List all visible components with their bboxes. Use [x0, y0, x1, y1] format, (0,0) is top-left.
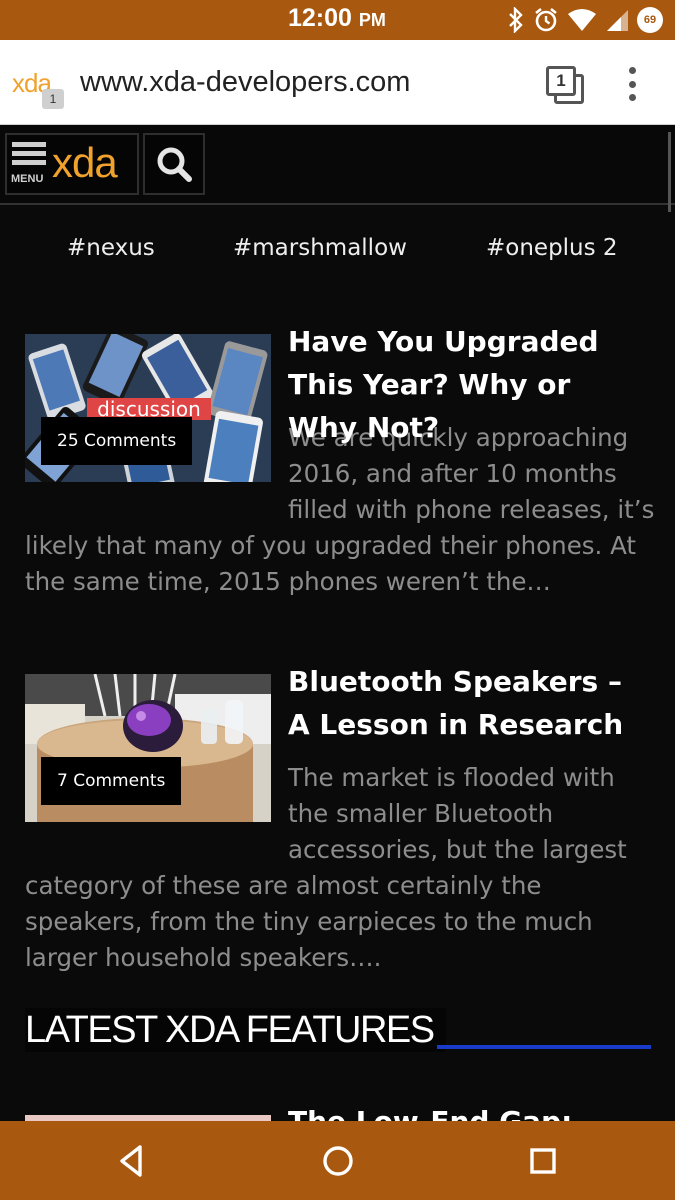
article-title[interactable]: Bluetooth Speakers – A Lesson in Researc… [288, 660, 648, 746]
xda-logo: xda [52, 139, 118, 186]
menu-label: MENU [11, 173, 44, 185]
section-heading: LATEST XDA FEATURES [25, 1008, 446, 1052]
wifi-icon [568, 9, 596, 31]
menu-dot [628, 67, 636, 74]
article-title[interactable]: The Low-End Gap: Quick [288, 1100, 648, 1122]
url-field[interactable]: www.xda-developers.com [80, 66, 410, 99]
article-thumbnail[interactable]: discussion 25 Comments [25, 334, 271, 482]
article-thumbnail[interactable]: 7 Comments [25, 674, 271, 822]
section-divider [437, 1045, 651, 1049]
favicon-badge: 1 [42, 89, 64, 109]
article-title[interactable]: Have You Upgraded This Year? Why or Why … [288, 320, 648, 449]
tag-link-nexus[interactable]: #nexus [67, 235, 155, 261]
home-icon[interactable] [316, 1139, 360, 1183]
bluetooth-icon [509, 7, 523, 33]
tab-switcher-button[interactable]: 1 [546, 66, 584, 104]
site-header: MENU xda [0, 125, 675, 205]
tag-link-marshmallow[interactable]: #marshmallow [233, 235, 407, 261]
tag-row: #nexus #marshmallow #oneplus 2 [0, 232, 675, 272]
article-card[interactable]: 7 Comments Bluetooth Speakers – A Lesson… [25, 665, 655, 984]
tag-link-oneplus-2[interactable]: #oneplus 2 [486, 235, 618, 261]
scrollbar[interactable] [668, 132, 671, 212]
comments-badge[interactable]: 7 Comments [41, 757, 182, 805]
status-bar: 12:00 PM 69 [0, 0, 675, 40]
cell-signal-icon [607, 10, 628, 31]
navigation-bar [0, 1121, 675, 1200]
alarm-clock-icon [535, 7, 557, 32]
battery-icon: 69 [637, 7, 663, 33]
status-time: 12:00 PM [288, 4, 386, 32]
status-icons: 69 [507, 6, 663, 34]
recents-icon[interactable] [521, 1139, 565, 1183]
menu-button[interactable]: MENU xda [5, 133, 139, 195]
search-button[interactable] [143, 133, 205, 195]
menu-dot [628, 94, 636, 101]
menu-dot [628, 80, 636, 88]
comments-badge[interactable]: 25 Comments [41, 417, 193, 465]
tab-count: 1 [546, 66, 576, 96]
article-card[interactable]: discussion 25 Comments Have You Upgraded… [25, 325, 655, 604]
search-icon [157, 147, 192, 182]
hamburger-icon [12, 142, 46, 169]
back-icon[interactable] [110, 1139, 154, 1183]
overflow-menu-icon[interactable] [618, 64, 646, 104]
browser-toolbar: xda 1 www.xda-developers.com 1 [0, 40, 675, 125]
